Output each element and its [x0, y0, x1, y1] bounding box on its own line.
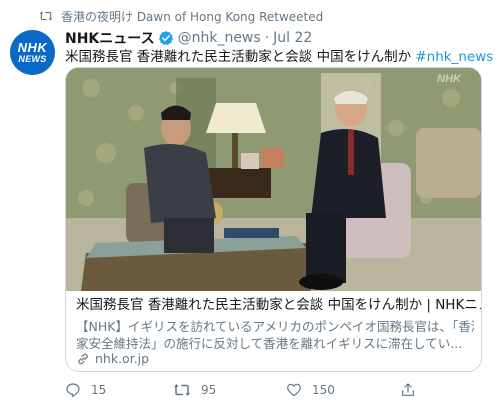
card-description-line2: 家安全維持法」の施行に反対して香港を離れイギリスに滞在してい...	[76, 336, 463, 351]
share-button[interactable]	[400, 380, 426, 400]
link-card[interactable]: NHK 米国務長官 香港離れた民主活動家と会談 中国をけん制か | NHKニュー…	[65, 67, 482, 372]
author-handle[interactable]: @nhk_news	[178, 30, 261, 46]
reply-count: 15	[91, 383, 107, 397]
link-icon	[78, 353, 88, 365]
reply-icon	[66, 383, 80, 397]
hashtag-link[interactable]: #nhk_news	[415, 49, 493, 65]
verified-badge-icon	[158, 31, 173, 46]
tweet-header: NHKニュース @nhk_news · Jul 22	[65, 28, 312, 48]
tweet-date[interactable]: Jul 22	[273, 30, 312, 46]
card-description: 【NHK】イギリスを訪れているアメリカのポンペイオ国務長官は、「香港国 家安全維…	[76, 318, 474, 352]
heart-icon	[287, 383, 301, 397]
avatar[interactable]: NHK NEWS	[10, 30, 55, 75]
retweet-button[interactable]: 95	[173, 380, 216, 400]
card-domain-text: nhk.or.jp	[95, 351, 150, 366]
retweeted-by-label[interactable]: 香港の夜明け Dawn of Hong Kong Retweeted	[61, 8, 323, 25]
retweet-count: 95	[201, 383, 217, 397]
tweet-text: 米国務長官 香港離れた民主活動家と会談 中国をけん制か #nhk_news	[65, 47, 493, 67]
avatar-logo-nhk: NHK	[17, 39, 48, 55]
card-description-line1: 【NHK】イギリスを訪れているアメリカのポンペイオ国務長官は、「香港国	[76, 319, 474, 334]
author-name[interactable]: NHKニュース	[65, 28, 155, 48]
retweet-indicator: 香港の夜明け Dawn of Hong Kong Retweeted	[39, 7, 323, 25]
like-button[interactable]: 150	[286, 380, 335, 400]
like-count: 150	[312, 383, 335, 397]
reply-button[interactable]: 15	[65, 380, 106, 400]
share-icon	[402, 383, 414, 396]
image-watermark: NHK	[437, 73, 462, 85]
retweet-action-icon	[173, 384, 191, 396]
separator-dot: ·	[264, 30, 270, 46]
avatar-logo-news: NEWS	[18, 53, 47, 64]
card-title: 米国務長官 香港離れた民主活動家と会談 中国をけん制か | NHKニュース	[76, 297, 482, 313]
card-domain: nhk.or.jp	[76, 351, 149, 367]
retweet-icon	[39, 11, 53, 21]
tweet-body: 米国務長官 香港離れた民主活動家と会談 中国をけん制か	[65, 49, 416, 65]
meeting-photo: NHK	[66, 68, 481, 291]
tweet-actions: 15 95 150	[65, 380, 485, 400]
card-image: NHK	[66, 68, 481, 291]
